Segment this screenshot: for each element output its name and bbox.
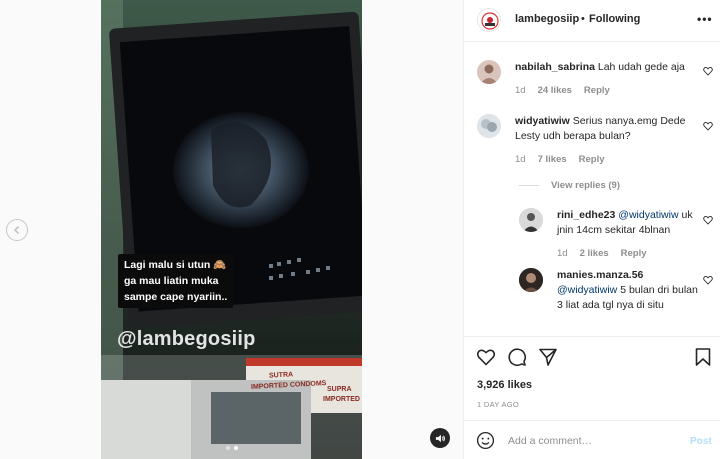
bookmark-icon[interactable]	[693, 347, 713, 367]
share-icon[interactable]	[538, 347, 558, 367]
following-button[interactable]: Following	[589, 13, 640, 25]
reply-age: 1d	[557, 248, 568, 259]
comment-meta: 1d 24 likes Reply	[515, 85, 610, 96]
heart-icon[interactable]	[476, 347, 496, 367]
instagram-post-page: SUTRA IMPORTED CONDOMS SUPRA IMPORTED La…	[0, 0, 720, 459]
post-header: lambegosiip • Following •••	[464, 0, 720, 42]
post-button[interactable]: Post	[690, 436, 712, 447]
carousel-dot	[226, 446, 230, 450]
heart-icon[interactable]	[703, 66, 713, 76]
view-replies-button[interactable]: View replies (9)	[519, 180, 620, 191]
watermark: @lambegosiip	[117, 328, 256, 350]
comment-text: widyatiwiw Serius nanya.emg Dede Lesty u…	[515, 114, 700, 144]
comment-body: Lah udah gede aja	[597, 61, 685, 73]
view-replies-label: View replies (9)	[551, 180, 620, 191]
comment-age: 1d	[515, 85, 526, 96]
comment-icon[interactable]	[507, 347, 527, 367]
comment-username[interactable]: widyatiwiw	[515, 115, 570, 127]
comment-username[interactable]: nabilah_sabrina	[515, 61, 595, 73]
more-icon[interactable]: •••	[697, 12, 713, 26]
post-likes-count[interactable]: 3,926 likes	[477, 379, 532, 391]
reply-meta: 1d 2 likes Reply	[557, 248, 647, 259]
media-area: SUTRA IMPORTED CONDOMS SUPRA IMPORTED La…	[0, 0, 463, 459]
volume-icon[interactable]	[430, 428, 450, 448]
comment-text: nabilah_sabrina Lah udah gede aja	[515, 60, 700, 75]
avatar[interactable]	[519, 208, 543, 232]
reply-username[interactable]: manies.manza.56	[557, 269, 643, 281]
chevron-left-icon[interactable]	[6, 219, 28, 241]
carousel-dots	[226, 446, 238, 450]
heart-icon[interactable]	[703, 121, 713, 131]
heart-icon[interactable]	[703, 275, 713, 285]
reply-text: manies.manza.56 @widyatiwiw 5 bulan dri …	[557, 268, 700, 313]
comment-likes[interactable]: 7 likes	[538, 154, 567, 165]
comment-input[interactable]	[508, 431, 678, 451]
heart-icon[interactable]	[703, 215, 713, 225]
box-label-supra: SUPRA	[327, 386, 352, 393]
reply-button[interactable]: Reply	[584, 85, 610, 96]
reply-likes[interactable]: 2 likes	[580, 248, 609, 259]
mention-link[interactable]: @widyatiwiw	[618, 209, 678, 221]
box-label-sutra: SUTRA	[268, 371, 294, 380]
comment-meta: 1d 7 likes Reply	[515, 154, 605, 165]
reply-button[interactable]: Reply	[621, 248, 647, 259]
reply-text: rini_edhe23 @widyatiwiw uk jnin 14cm sek…	[557, 208, 700, 238]
avatar[interactable]	[477, 8, 501, 32]
emoji-icon[interactable]	[476, 431, 495, 450]
avatar[interactable]	[519, 268, 543, 292]
post-date[interactable]: 1 DAY AGO	[477, 400, 519, 409]
post-actions: 3,926 likes 1 DAY AGO	[464, 336, 720, 420]
mention-link[interactable]: @widyatiwiw	[557, 284, 617, 296]
post-author-username[interactable]: lambegosiip	[515, 13, 579, 25]
avatar[interactable]	[477, 114, 501, 138]
video-frame	[101, 0, 362, 459]
caption-overlay: Lagi malu si utun 🙈 ga mau liatin muka s…	[118, 254, 234, 308]
divider	[519, 185, 539, 186]
carousel-dot-active	[234, 446, 238, 450]
box-label-imported: IMPORTED	[323, 396, 360, 403]
avatar[interactable]	[477, 60, 501, 84]
comment-likes[interactable]: 24 likes	[538, 85, 572, 96]
comment-age: 1d	[515, 154, 526, 165]
post-side-panel: lambegosiip • Following ••• nabilah_sabr…	[463, 0, 720, 459]
separator: •	[581, 13, 585, 25]
reply-username[interactable]: rini_edhe23	[557, 209, 615, 221]
add-comment-bar: Post	[464, 420, 720, 459]
video-player[interactable]: SUTRA IMPORTED CONDOMS SUPRA IMPORTED La…	[101, 0, 362, 459]
reply-button[interactable]: Reply	[579, 154, 605, 165]
